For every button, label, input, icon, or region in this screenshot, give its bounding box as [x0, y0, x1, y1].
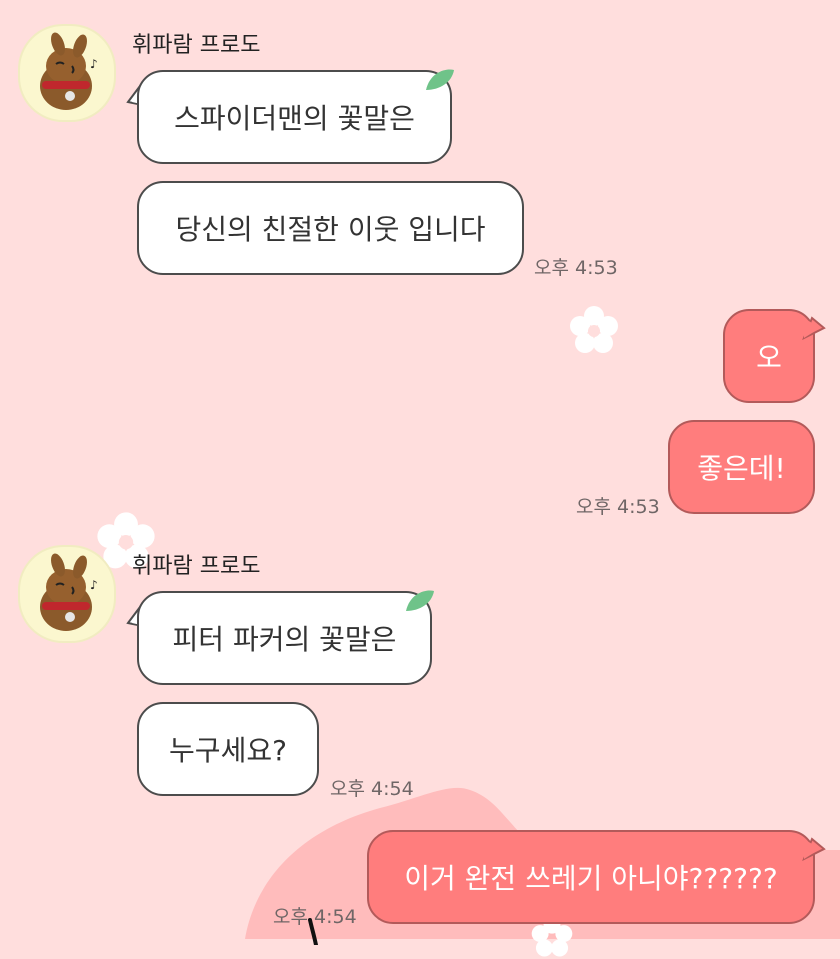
profile-avatar[interactable]: ♪ — [18, 24, 116, 122]
svg-text:♪: ♪ — [90, 57, 98, 71]
message-text: 당신의 친절한 이웃 입니다 — [175, 213, 486, 246]
message-bubble[interactable]: 이거 완전 쓰레기 아니야?????? — [367, 830, 815, 924]
message-time: 오후 4:53 — [576, 496, 660, 518]
message-bubble[interactable]: 누구세요? — [137, 702, 319, 796]
leaf-icon — [426, 69, 454, 90]
sender-name: 휘파람 프로도 — [132, 554, 261, 579]
profile-avatar-character: ♪ — [40, 553, 98, 631]
flower-decoration — [570, 306, 618, 353]
leaf-icon — [406, 590, 434, 611]
message-time: 오후 4:53 — [534, 257, 618, 279]
profile-avatar-character: ♪ — [40, 32, 98, 110]
bubble-tail — [802, 837, 826, 861]
message-time: 오후 4:54 — [273, 906, 357, 928]
message-text: 누구세요? — [169, 734, 287, 767]
svg-text:♪: ♪ — [90, 578, 98, 592]
message-text: 좋은데! — [697, 452, 786, 485]
bubble-tail — [802, 316, 826, 340]
message-text: 오 — [756, 341, 782, 374]
message-bubble[interactable]: 피터 파커의 꽃말은 — [137, 591, 432, 685]
message-time: 오후 4:54 — [330, 778, 414, 800]
message-bubble[interactable]: 당신의 친절한 이웃 입니다 — [137, 181, 524, 275]
message-bubble[interactable]: 스파이더맨의 꽃말은 — [137, 70, 452, 164]
message-bubble[interactable]: 좋은데! — [668, 420, 815, 514]
sender-name: 휘파람 프로도 — [132, 33, 261, 58]
profile-avatar[interactable]: ♪ — [18, 545, 116, 643]
message-text: 이거 완전 쓰레기 아니야?????? — [404, 862, 778, 895]
message-text: 스파이더맨의 꽃말은 — [174, 102, 415, 135]
message-text: 피터 파커의 꽃말은 — [172, 623, 397, 656]
